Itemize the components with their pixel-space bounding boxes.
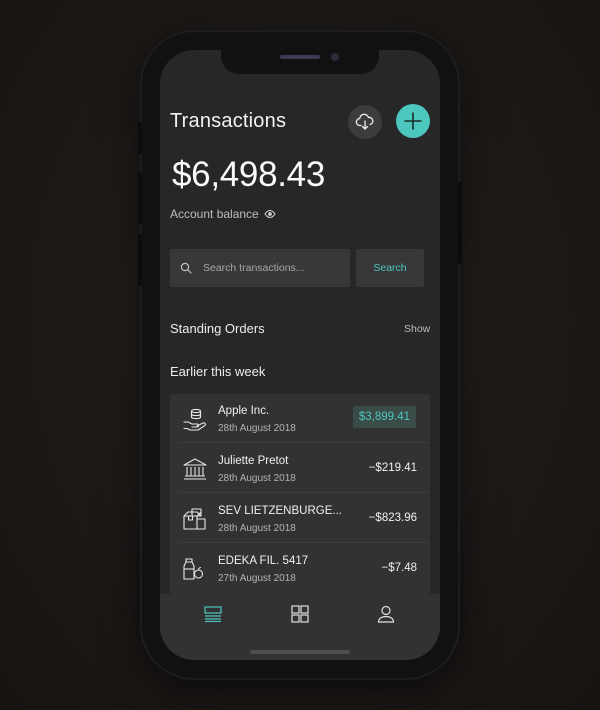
transaction-date: 27th August 2018 [218, 573, 296, 584]
account-balance-label-text: Account balance [170, 207, 259, 221]
transaction-date: 28th August 2018 [218, 473, 296, 484]
transaction-amount-credit: $3,899.41 [352, 406, 416, 428]
transaction-name: Juliette Pretot [218, 455, 289, 467]
standing-orders-title: Standing Orders [170, 321, 265, 336]
transaction-name: EDEKA FIL. 5417 [218, 555, 309, 567]
user-icon [377, 605, 395, 623]
earlier-this-week-title: Earlier this week [170, 364, 266, 379]
front-camera [331, 53, 339, 61]
tab-overview[interactable] [288, 602, 312, 626]
cloud-download-icon [355, 113, 374, 130]
account-balance-amount: $6,498.43 [172, 155, 326, 194]
silent-switch [138, 122, 142, 154]
page-title: Transactions [170, 110, 287, 132]
transaction-name: SEV LIETZENBURGE... [218, 505, 342, 517]
power-button [458, 182, 462, 264]
transaction-row[interactable]: EDEKA FIL. 5417 27th August 2018 −$7.48 [170, 544, 430, 593]
search-field[interactable] [170, 249, 350, 287]
transaction-date: 28th August 2018 [218, 523, 296, 534]
app-screen: Transactions $6,498.43 Account balance S… [160, 50, 440, 660]
transaction-row[interactable]: Juliette Pretot 28th August 2018 −$219.4… [170, 444, 430, 493]
transaction-list: Apple Inc. 28th August 2018 $3,899.41 Ju… [170, 394, 430, 604]
download-button[interactable] [348, 105, 382, 139]
transaction-name: Apple Inc. [218, 405, 270, 417]
transaction-row[interactable]: SEV LIETZENBURGE... 28th August 2018 −$8… [170, 494, 430, 543]
row-divider [178, 442, 430, 443]
search-button[interactable]: Search [356, 249, 424, 287]
transaction-date: 28th August 2018 [218, 423, 296, 434]
search-icon [180, 262, 192, 274]
bank-icon [183, 458, 207, 480]
row-divider [178, 492, 430, 493]
add-transaction-button[interactable] [396, 104, 430, 138]
volume-down-button [138, 234, 142, 286]
transaction-row[interactable]: Apple Inc. 28th August 2018 $3,899.41 [170, 394, 430, 443]
transaction-amount: −$219.41 [368, 462, 417, 474]
transaction-amount: −$823.96 [368, 512, 417, 524]
list-icon [204, 606, 222, 622]
row-divider [178, 542, 430, 543]
home-indicator[interactable] [250, 650, 350, 654]
speaker [280, 55, 320, 59]
volume-up-button [138, 172, 142, 224]
tab-transactions[interactable] [201, 602, 225, 626]
hand-coins-icon [183, 408, 206, 431]
grocery-icon [183, 558, 204, 580]
grid-icon [291, 605, 309, 623]
search-input[interactable] [201, 261, 335, 275]
notch [221, 50, 379, 74]
plus-icon [404, 112, 422, 130]
eye-icon[interactable] [264, 209, 276, 219]
account-balance-label: Account balance [170, 207, 276, 221]
tab-profile[interactable] [374, 602, 398, 626]
package-icon [183, 508, 206, 530]
transaction-amount: −$7.48 [381, 562, 418, 574]
standing-orders-show-link[interactable]: Show [404, 323, 430, 335]
